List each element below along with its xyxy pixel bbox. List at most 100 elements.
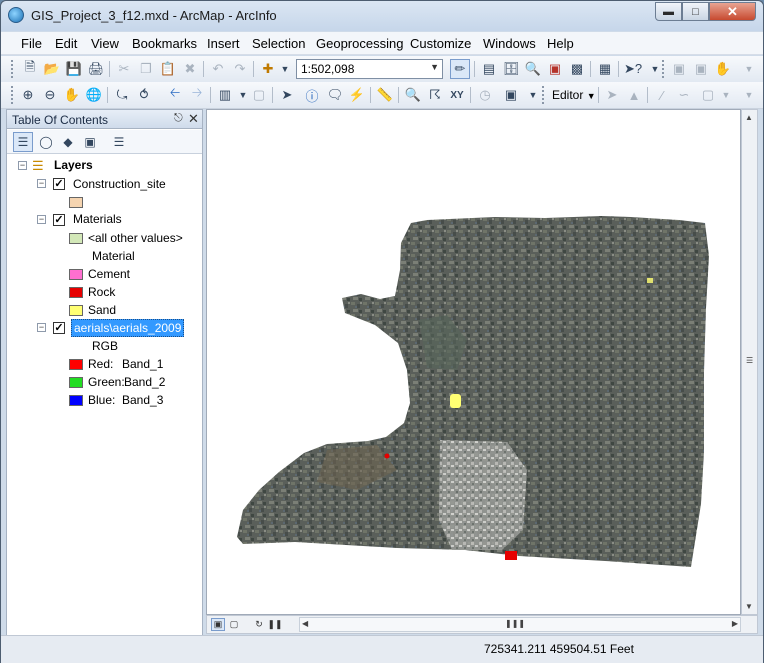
menu-geoprocessing[interactable]: Geoprocessing xyxy=(316,36,403,51)
go-forward-arrow-icon[interactable]: 🡢 xyxy=(187,85,207,105)
layout-view-icon[interactable]: ▢ xyxy=(227,618,241,631)
menu-view[interactable]: View xyxy=(91,36,119,51)
delete-icon[interactable]: ✖ xyxy=(180,59,200,79)
edit-tool-icon[interactable]: ➤ xyxy=(602,85,622,105)
construction-site-symbol[interactable] xyxy=(69,197,83,208)
list-by-drawing-order-icon[interactable]: ☰ xyxy=(13,132,33,152)
list-by-selection-icon[interactable]: ▣ xyxy=(80,132,100,152)
chevron-down-icon[interactable]: ▼ xyxy=(430,62,439,72)
scroll-right-icon[interactable]: ▶ xyxy=(732,619,738,628)
pause-drawing-icon[interactable]: ❚❚ xyxy=(267,618,282,631)
materials-label[interactable]: Materials xyxy=(73,212,122,226)
paste-icon[interactable]: 📋 xyxy=(158,59,178,79)
scroll-left-icon[interactable]: ◀ xyxy=(302,619,308,628)
scroll-down-icon[interactable]: ▼ xyxy=(745,602,753,611)
save-icon[interactable]: 💾 xyxy=(64,59,84,79)
scroll-thumb-grip-icon[interactable]: ☰ xyxy=(746,356,753,365)
tools-overflow-icon[interactable]: ▼ xyxy=(523,85,543,105)
layers-root-label[interactable]: Layers xyxy=(54,158,93,172)
add-data-dropdown-icon[interactable]: ▼ xyxy=(275,59,295,79)
toolbar-grip[interactable] xyxy=(542,86,546,104)
all-other-values-symbol[interactable] xyxy=(69,233,83,244)
python-window-icon[interactable]: ▩ xyxy=(567,59,587,79)
construction-site-checkbox[interactable]: ✓ xyxy=(53,178,65,190)
map-scale-combobox[interactable]: 1:502,098 ▼ xyxy=(296,59,443,79)
scroll-thumb-grip-icon[interactable]: ❚❚❚ xyxy=(505,619,525,628)
menu-edit[interactable]: Edit xyxy=(55,36,77,51)
zoom-in-fixed-icon[interactable]: ▣ xyxy=(669,59,689,79)
materials-checkbox[interactable]: ✓ xyxy=(53,214,65,226)
scroll-up-icon[interactable]: ▲ xyxy=(745,113,753,122)
copy-icon[interactable]: ❐ xyxy=(136,59,156,79)
cement-symbol[interactable] xyxy=(69,269,83,280)
construction-site-label[interactable]: Construction_site xyxy=(73,177,166,191)
measure-ruler-icon[interactable]: 📏 xyxy=(375,85,395,105)
trace-icon[interactable]: ▢ xyxy=(698,85,718,105)
zoom-out-fixed-icon[interactable]: ▣ xyxy=(691,59,711,79)
go-back-arrow-icon[interactable]: 🡠 xyxy=(165,85,185,105)
close-button[interactable]: ✕ xyxy=(709,2,756,21)
vertical-scrollbar[interactable]: ▲ ☰ ▼ xyxy=(741,109,758,615)
create-viewer-window-icon[interactable]: ▣ xyxy=(501,85,521,105)
fixed-zoom-out-icon[interactable]: ⥀ xyxy=(134,85,154,105)
toolbar-grip[interactable] xyxy=(662,60,666,78)
find-binoculars-icon[interactable]: 🔍 xyxy=(403,85,423,105)
maximize-button[interactable]: □ xyxy=(682,2,709,21)
search-window-icon[interactable]: 🔍 xyxy=(523,59,543,79)
undo-icon[interactable]: ↶ xyxy=(208,59,228,79)
zoom-in-icon[interactable]: ⊕ xyxy=(18,85,38,105)
html-popup-icon[interactable]: 🗨 xyxy=(325,85,345,105)
rock-feature-small[interactable] xyxy=(384,453,390,459)
data-view-icon[interactable]: ▣ xyxy=(211,618,225,631)
menu-insert[interactable]: Insert xyxy=(207,36,240,51)
zoom-out-icon[interactable]: ⊖ xyxy=(40,85,60,105)
layout-toolbar-overflow-icon[interactable]: ▼ xyxy=(739,59,759,79)
minimize-button[interactable]: ▬ xyxy=(655,2,682,21)
map-canvas[interactable] xyxy=(207,110,741,615)
endpoint-arc-icon[interactable]: ∽ xyxy=(674,85,694,105)
select-elements-arrow-icon[interactable]: ➤ xyxy=(277,85,297,105)
new-document-icon[interactable]: 🗎 xyxy=(20,59,40,79)
sand-feature-small[interactable] xyxy=(647,278,653,283)
modelbuilder-icon[interactable]: ▦ xyxy=(595,59,615,79)
toc-options-icon[interactable]: ☰ xyxy=(109,132,129,152)
horizontal-scrollbar[interactable]: ◀ ❚❚❚ ▶ xyxy=(299,617,741,632)
aerials-layer-label[interactable]: aerials\aerials_2009 xyxy=(71,319,185,337)
menu-bookmarks[interactable]: Bookmarks xyxy=(132,36,197,51)
toc-header[interactable]: Table Of Contents ⎋ ✕ xyxy=(7,110,202,129)
editor-overflow-icon[interactable]: ▼ xyxy=(739,85,759,105)
go-to-xy-icon[interactable]: XY xyxy=(447,85,467,105)
toolbar-grip[interactable] xyxy=(11,60,15,78)
print-icon[interactable]: 🖨 xyxy=(86,59,106,79)
layers-collapse-icon[interactable]: − xyxy=(18,161,27,170)
menu-windows[interactable]: Windows xyxy=(483,36,536,51)
redo-icon[interactable]: ↷ xyxy=(230,59,250,79)
fixed-zoom-in-icon[interactable]: ⤿ xyxy=(112,85,132,105)
title-bar[interactable]: GIS_Project_3_f12.mxd - ArcMap - ArcInfo… xyxy=(1,1,763,31)
list-by-visibility-icon[interactable]: ◆ xyxy=(58,132,78,152)
whats-this-help-icon[interactable]: ➤? xyxy=(623,59,643,79)
sand-symbol[interactable] xyxy=(69,305,83,316)
toolbar-grip[interactable] xyxy=(11,86,15,104)
auto-hide-pin-icon[interactable]: ⎋ xyxy=(174,112,183,125)
layout-pan-icon[interactable]: ✋ xyxy=(713,59,733,79)
table-of-contents-window-icon[interactable]: ▤ xyxy=(479,59,499,79)
clear-selection-icon[interactable]: ▢ xyxy=(249,85,269,105)
straight-segment-icon[interactable]: ∕ xyxy=(652,85,672,105)
rock-symbol[interactable] xyxy=(69,287,83,298)
list-by-source-icon[interactable]: ◯ xyxy=(36,132,56,152)
editor-toolbar-icon[interactable]: ✏ xyxy=(450,59,470,79)
open-folder-icon[interactable]: 📂 xyxy=(42,59,62,79)
materials-collapse-icon[interactable]: − xyxy=(37,215,46,224)
time-slider-icon[interactable]: ◷ xyxy=(475,85,495,105)
edit-annotation-icon[interactable]: ▲ xyxy=(624,85,644,105)
rock-feature[interactable] xyxy=(505,551,517,560)
construction-site-collapse-icon[interactable]: − xyxy=(37,179,46,188)
construction-tools-dropdown-icon[interactable]: ▼ xyxy=(716,85,736,105)
aerials-checkbox[interactable]: ✓ xyxy=(53,322,65,334)
close-icon[interactable]: ✕ xyxy=(188,111,199,127)
editor-menu[interactable]: Editor ▼ xyxy=(552,88,596,102)
full-extent-globe-icon[interactable]: 🌐 xyxy=(84,85,104,105)
identify-icon[interactable]: ⓘ xyxy=(302,85,322,105)
menu-file[interactable]: File xyxy=(21,36,42,51)
